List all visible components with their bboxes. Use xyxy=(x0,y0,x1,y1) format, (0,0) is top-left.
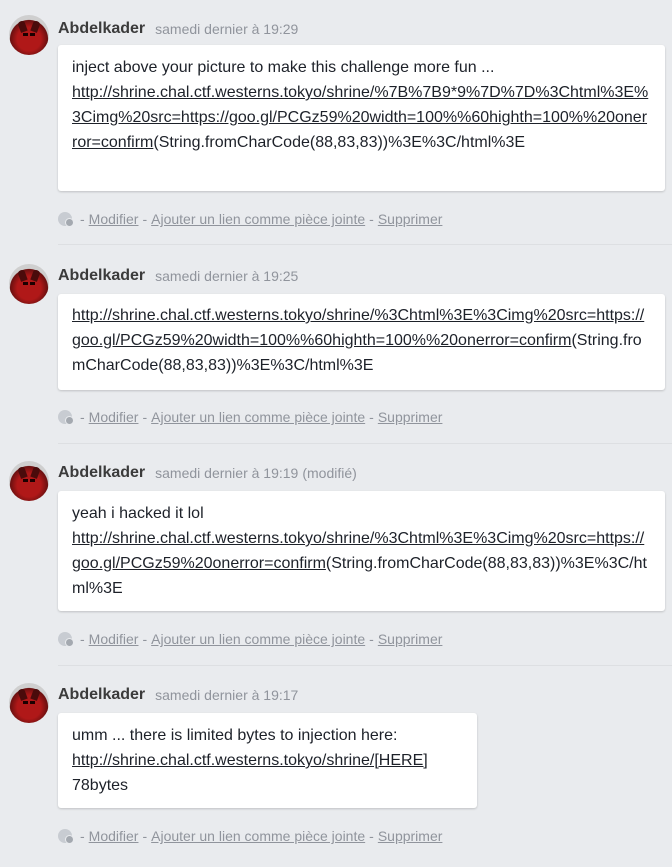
message-text-outro: 78bytes xyxy=(72,777,129,794)
attach-link[interactable]: Ajouter un lien comme pièce jointe xyxy=(151,211,365,227)
divider xyxy=(58,665,672,666)
author-name[interactable]: Abdelkader xyxy=(58,267,145,285)
timestamp[interactable]: samedi dernier à 19:29 xyxy=(155,21,298,37)
message-bubble: umm ... there is limited bytes to inject… xyxy=(58,713,477,808)
avatar[interactable] xyxy=(9,264,49,304)
message-text: yeah i hacked it lol xyxy=(72,505,204,522)
delete-link[interactable]: Supprimer xyxy=(378,828,443,844)
attach-link[interactable]: Ajouter un lien comme pièce jointe xyxy=(151,828,365,844)
timestamp[interactable]: samedi dernier à 19:17 xyxy=(155,687,298,703)
message-text: inject above your picture to make this c… xyxy=(72,59,495,76)
like-icon[interactable] xyxy=(58,632,74,647)
delete-link[interactable]: Supprimer xyxy=(378,211,443,227)
timestamp[interactable]: samedi dernier à 19:19 xyxy=(155,465,298,481)
delete-link[interactable]: Supprimer xyxy=(378,631,443,647)
message-actions: - Modifier - Ajouter un lien comme pièce… xyxy=(58,629,442,649)
modify-link[interactable]: Modifier xyxy=(89,631,139,647)
like-icon[interactable] xyxy=(58,829,74,844)
like-icon[interactable] xyxy=(58,212,74,227)
avatar[interactable] xyxy=(9,15,49,55)
modify-link[interactable]: Modifier xyxy=(89,828,139,844)
modify-link[interactable]: Modifier xyxy=(89,409,139,425)
modify-link[interactable]: Modifier xyxy=(89,211,139,227)
like-icon[interactable] xyxy=(58,410,74,425)
author-name[interactable]: Abdelkader xyxy=(58,20,145,38)
timestamp[interactable]: samedi dernier à 19:25 xyxy=(155,268,298,284)
avatar[interactable] xyxy=(9,461,49,501)
delete-link[interactable]: Supprimer xyxy=(378,409,443,425)
divider xyxy=(58,443,672,444)
message-actions: - Modifier - Ajouter un lien comme pièce… xyxy=(58,407,442,427)
message-actions: - Modifier - Ajouter un lien comme pièce… xyxy=(58,826,442,846)
message-text-after-link: (String.fromCharCode(88,83,83))%3E%3C/ht… xyxy=(153,134,526,151)
edited-label: (modifié) xyxy=(302,465,357,481)
message-bubble: http://shrine.chal.ctf.westerns.tokyo/sh… xyxy=(58,294,665,390)
message-link[interactable]: http://shrine.chal.ctf.westerns.tokyo/sh… xyxy=(72,752,428,769)
message-bubble: yeah i hacked it lol http://shrine.chal.… xyxy=(58,491,665,611)
message-text: umm ... there is limited bytes to inject… xyxy=(72,727,398,744)
message-actions: - Modifier - Ajouter un lien comme pièce… xyxy=(58,209,442,229)
message-bubble: inject above your picture to make this c… xyxy=(58,45,665,191)
author-name[interactable]: Abdelkader xyxy=(58,464,145,482)
attach-link[interactable]: Ajouter un lien comme pièce jointe xyxy=(151,631,365,647)
divider xyxy=(58,244,672,245)
avatar[interactable] xyxy=(9,683,49,723)
message-link[interactable]: http://shrine.chal.ctf.westerns.tokyo/sh… xyxy=(72,307,644,349)
author-name[interactable]: Abdelkader xyxy=(58,686,145,704)
attach-link[interactable]: Ajouter un lien comme pièce jointe xyxy=(151,409,365,425)
